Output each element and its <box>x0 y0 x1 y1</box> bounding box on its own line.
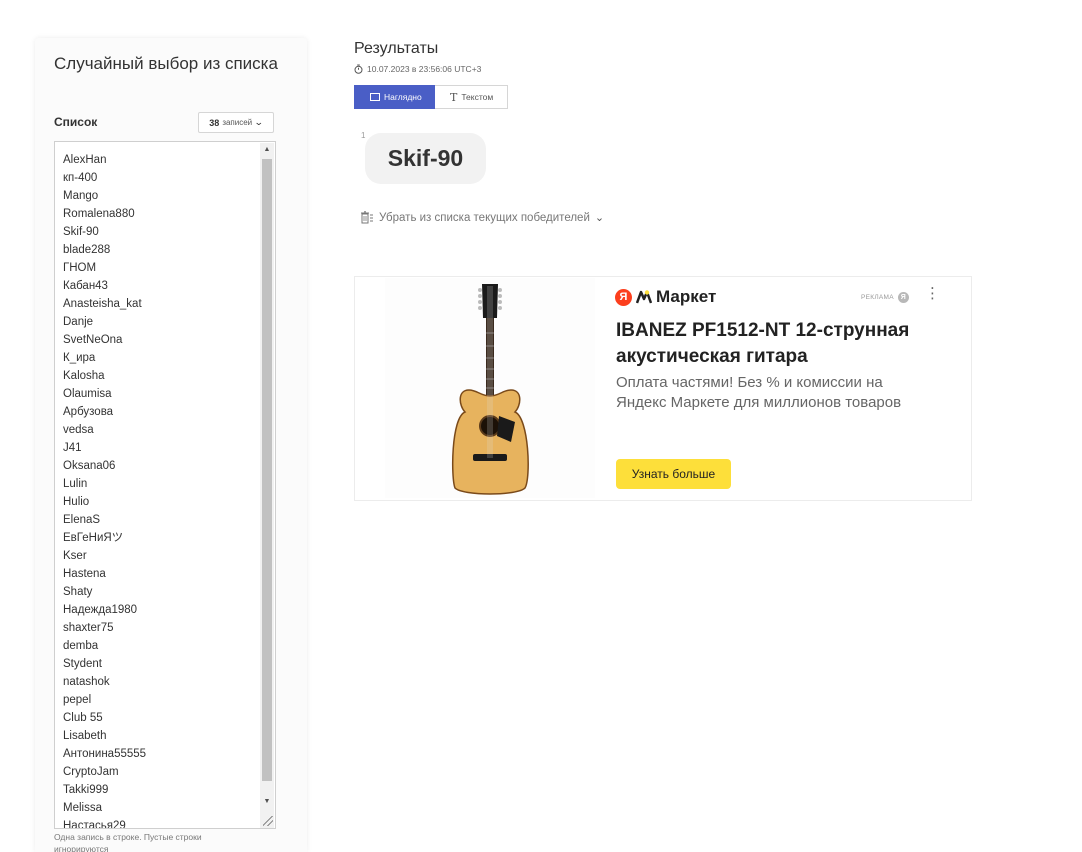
text-icon: T <box>450 90 458 104</box>
ad-brand-name: Маркет <box>656 287 717 306</box>
list-item: Арбузова <box>63 406 114 418</box>
list-item: J41 <box>63 442 82 454</box>
list-item: ElenaS <box>63 514 101 526</box>
list-label: Список <box>54 115 98 129</box>
records-count-select[interactable]: 38 записей ⌄ <box>198 112 274 133</box>
list-item: CryptoJam <box>63 766 119 778</box>
list-item: Кабан43 <box>63 280 108 292</box>
list-item: Anasteisha_kat <box>63 298 142 310</box>
more-vertical-icon[interactable]: ⋮ <box>925 286 940 301</box>
ad-label: РЕКЛАМА Я <box>861 292 909 303</box>
tab-text[interactable]: T Текстом <box>435 85 508 109</box>
list-item: ГНОМ <box>63 262 97 274</box>
trash-list-icon <box>361 211 373 224</box>
remove-winners-button[interactable]: Убрать из списка текущих победителей ⌄ <box>360 211 604 224</box>
winner-index: 1 <box>361 131 366 140</box>
list-item: Lulin <box>63 478 88 490</box>
list-item: Olaumisa <box>63 388 112 400</box>
list-hint: Одна запись в строке. Пустые строки игно… <box>54 832 202 852</box>
ad-banner[interactable]: Я Маркет РЕКЛАМА Я ⋮ IBANEZ PF1512-NT 12… <box>354 276 972 501</box>
learn-more-button[interactable]: Узнать больше <box>616 459 731 489</box>
yandex-small-icon: Я <box>897 292 909 303</box>
list-item: Skif-90 <box>63 226 99 238</box>
list-item: vedsa <box>63 424 94 436</box>
winner-card: Skif-90 <box>365 133 486 184</box>
list-item: ЕвГеНиЯツ <box>63 532 124 544</box>
results-title: Результаты <box>354 40 439 57</box>
tab-visual[interactable]: Наглядно <box>354 85 435 109</box>
entries-list: AlexHan кп-400 Mango Romalena880 Skif-90 blad… <box>63 151 147 829</box>
list-item: Danje <box>63 316 94 328</box>
yandex-logo-icon: Я <box>615 288 632 306</box>
list-item: shaxter75 <box>63 622 114 634</box>
market-logo-icon <box>636 290 652 304</box>
ad-description: Оплата частями! Без % и комиссии на Янде… <box>616 374 902 411</box>
list-item: Shaty <box>63 586 93 598</box>
list-item: Kser <box>63 550 87 562</box>
list-item: Stydent <box>63 658 102 670</box>
stopwatch-icon <box>354 64 363 74</box>
list-item: Hulio <box>63 496 90 508</box>
square-icon <box>370 93 380 101</box>
resize-grip-icon[interactable] <box>263 816 273 826</box>
list-item: Oksana06 <box>63 460 116 472</box>
chevron-down-icon: ⌄ <box>594 212 605 224</box>
list-item: Hastena <box>63 568 106 580</box>
list-item: blade288 <box>63 244 111 256</box>
entries-textarea[interactable]: AlexHan кп-400 Mango Romalena880 Skif-90 blad… <box>54 141 276 829</box>
list-item: AlexHan <box>63 154 107 166</box>
guitar-image <box>385 278 595 498</box>
panel-title: Случайный выбор из списка <box>54 54 278 73</box>
view-tabs: Наглядно T Текстом <box>354 85 508 109</box>
list-item: Kalosha <box>63 370 105 382</box>
scroll-down-arrow-icon[interactable]: ▼ <box>260 795 274 809</box>
list-item: Club 55 <box>63 712 103 724</box>
list-item: pepel <box>63 694 92 706</box>
ad-title[interactable]: IBANEZ PF1512-NT 12-струнная акустическа… <box>616 318 946 370</box>
winner-name: Skif-90 <box>387 145 464 171</box>
chevron-down-icon: ⌄ <box>254 117 264 127</box>
timestamp-text: 10.07.2023 в 23:56:06 UTC+3 <box>367 64 482 74</box>
remove-winners-label: Убрать из списка текущих победителей <box>379 211 590 224</box>
records-count-value: 38 <box>209 117 220 128</box>
list-item: К_ира <box>63 352 96 364</box>
timestamp: 10.07.2023 в 23:56:06 UTC+3 <box>354 64 481 74</box>
scrollbar[interactable]: ▲ ▼ <box>260 143 274 828</box>
ad-label-text: РЕКЛАМА <box>861 294 894 301</box>
list-item: Melissa <box>63 802 102 814</box>
scroll-up-arrow-icon[interactable]: ▲ <box>260 143 274 157</box>
list-item: Антонина55555 <box>63 748 147 760</box>
list-item: demba <box>63 640 99 652</box>
records-count-unit: записей <box>222 118 253 127</box>
tab-text-label: Текстом <box>461 92 494 102</box>
list-item: Настасья29 <box>63 820 126 829</box>
list-panel: Случайный выбор из списка Список 38 запи… <box>35 38 307 852</box>
scroll-thumb[interactable] <box>262 159 272 781</box>
list-item: Lisabeth <box>63 730 107 742</box>
yandex-market-logo: Я Маркет <box>615 287 716 307</box>
tab-visual-label: Наглядно <box>384 92 422 102</box>
list-item: natashok <box>63 676 110 688</box>
list-item: Mango <box>63 190 99 202</box>
list-item: Takki999 <box>63 784 109 796</box>
list-item: Надежда1980 <box>63 604 138 616</box>
list-item: SvetNeOna <box>63 334 123 346</box>
list-item: Romalena880 <box>63 208 135 220</box>
list-item: кп-400 <box>63 172 98 184</box>
